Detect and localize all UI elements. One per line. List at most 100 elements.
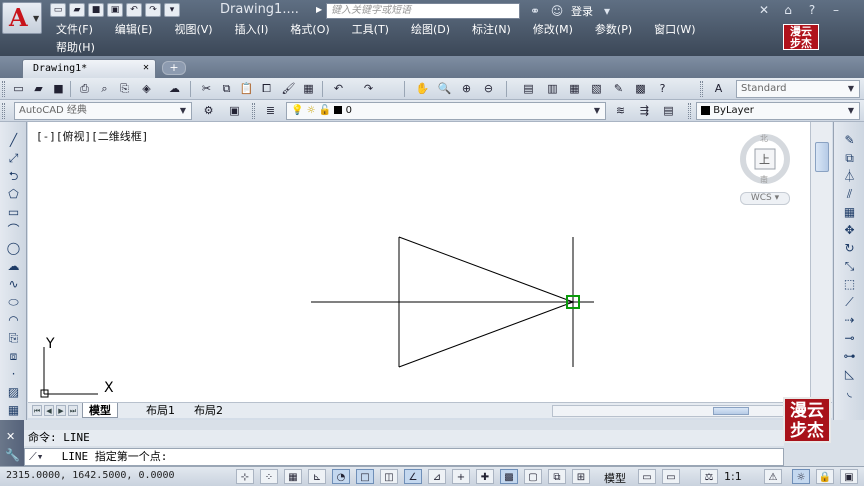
redo-icon[interactable]: ↷ [360,81,377,97]
tab-model[interactable]: 模型 [82,403,118,418]
prev-layout-icon[interactable]: ◀ [44,405,54,416]
zoom-window-icon[interactable]: ⊕ [458,81,475,97]
ellipse-icon[interactable]: ⬭ [4,294,23,310]
help-icon[interactable]: ? [654,81,671,97]
toolbar-grip[interactable] [2,81,5,97]
user-icon[interactable]: ☺ [549,4,565,18]
3d-osnap-icon[interactable]: ◫ [380,469,398,484]
tab-drawing1[interactable]: Drawing1* ✕ [22,59,156,78]
copy-icon[interactable]: ⧉ [218,81,235,97]
wrench-icon[interactable]: 🔧 [5,448,20,462]
next-layout-icon[interactable]: ▶ [56,405,66,416]
move-icon[interactable]: ✥ [840,222,859,238]
layer-state-icon[interactable]: ▤ [660,103,677,119]
rotate-icon[interactable]: ↻ [840,240,859,256]
scrollbar-thumb[interactable] [713,407,749,415]
model-space-label[interactable]: 模型 [604,470,626,486]
cut-icon[interactable]: ✂ [198,81,215,97]
undo-icon[interactable]: ↶ [126,3,142,17]
vertical-scrollbar[interactable] [810,122,832,402]
preview-icon[interactable]: ⌕ [96,81,113,97]
new-icon[interactable]: ▭ [10,81,27,97]
toolbar-grip[interactable] [252,103,255,119]
insert-block-icon[interactable]: ⎘ [4,330,23,346]
object-snap-tracking-icon[interactable]: ∠ [404,469,422,484]
close-icon[interactable]: ✕ [6,430,15,443]
menu-tools[interactable]: 工具(T) [352,21,389,37]
polygon-icon[interactable]: ⬠ [4,186,23,202]
color-select[interactable]: ByLayer ▼ [696,102,860,120]
toolbar-grip[interactable] [700,81,703,97]
drawing-canvas[interactable]: [-][俯视][二维线框] Y X 北 上 南 WCS ▾ [28,122,810,402]
first-layout-icon[interactable]: ⏮ [32,405,42,416]
menu-format[interactable]: 格式(O) [290,21,329,37]
workspace-settings-icon[interactable]: ⚙ [200,103,217,119]
zoom-realtime-icon[interactable]: 🔍 [436,81,453,97]
login-link[interactable]: 登录 [571,3,593,19]
revision-cloud-icon[interactable]: ☁ [4,258,23,274]
stretch-icon[interactable]: ⬚ [840,276,859,292]
lineweight-icon[interactable]: ✚ [476,469,494,484]
coordinate-display[interactable]: 2315.0000, 1642.5000, 0.0000 [6,470,175,481]
lock-ui-icon[interactable]: 🔒 [816,469,834,484]
tool-palettes-icon[interactable]: ▦ [566,81,583,97]
circle-icon[interactable]: ◯ [4,240,23,256]
pan-icon[interactable]: ✋ [414,81,431,97]
menu-edit[interactable]: 编辑(E) [115,21,153,37]
gradient-icon[interactable]: ▦ [4,402,23,418]
tab-layout2[interactable]: 布局2 [188,403,229,418]
menu-file[interactable]: 文件(F) [56,21,93,37]
quick-view-layouts-icon[interactable]: ▭ [638,469,656,484]
design-center-icon[interactable]: ▥ [544,81,561,97]
snap-mode-icon[interactable]: ⁘ [260,469,278,484]
triangle-upper-edge[interactable] [398,236,574,303]
infer-constraints-icon[interactable]: ⊹ [236,469,254,484]
plot-icon[interactable]: ⎙ [76,81,93,97]
search-input[interactable]: 键入关键字或短语 [326,3,520,19]
customize-icon[interactable]: ▣ [226,103,243,119]
close-icon[interactable]: ✕ [143,62,149,73]
copy-object-icon[interactable]: ⧉ [840,150,859,166]
annotation-visibility-icon[interactable]: ⚠ [764,469,782,484]
grid-display-icon[interactable]: ▦ [284,469,302,484]
binoculars-icon[interactable]: ⚭ [527,4,543,18]
new-tab-button[interactable]: + [162,61,186,75]
workspace-switching-icon[interactable]: ☼ [792,469,810,484]
save-icon[interactable]: ■ [88,3,104,17]
paste-special-icon[interactable]: ⧠ [258,81,275,97]
menu-parametric[interactable]: 参数(P) [595,21,632,37]
annotation-monitor-icon[interactable]: ⊞ [572,469,590,484]
ellipse-arc-icon[interactable]: ◠ [4,312,23,328]
markup-icon[interactable]: ✎ [610,81,627,97]
selection-cycling-icon[interactable]: ⧉ [548,469,566,484]
command-input[interactable]: ⟋▾ LINE 指定第一个点: [24,448,784,466]
point-icon[interactable]: · [4,366,23,382]
menu-draw[interactable]: 绘图(D) [411,21,450,37]
dynamic-input-icon[interactable]: + [452,469,470,484]
rectangle-icon[interactable]: ▭ [4,204,23,220]
zoom-previous-icon[interactable]: ⊖ [480,81,497,97]
3d-print-icon[interactable]: ◈ [138,81,155,97]
match-properties-icon[interactable]: 🖌 [280,81,297,97]
quick-view-drawings-icon[interactable]: ▭ [662,469,680,484]
properties-icon[interactable]: ▤ [520,81,537,97]
new-icon[interactable]: ▭ [50,3,66,17]
app-store-icon[interactable]: ⌂ [780,3,796,17]
tab-layout1[interactable]: 布局1 [140,403,181,418]
make-block-icon[interactable]: ⧈ [4,348,23,364]
exchange-icon[interactable]: ✕ [756,3,772,17]
layer-previous-icon[interactable]: ⇶ [636,103,653,119]
ortho-mode-icon[interactable]: ⊾ [308,469,326,484]
polyline-icon[interactable]: ⮌ [4,168,23,184]
chamfer-icon[interactable]: ◺ [840,366,859,382]
arc-icon[interactable]: ⌒ [4,222,23,238]
trim-icon[interactable]: ⟋ [840,294,859,310]
extend-icon[interactable]: ⇢ [840,312,859,328]
viewcube-top-label[interactable]: 上 [759,151,770,167]
save-as-icon[interactable]: ▣ [107,3,123,17]
viewcube-north[interactable]: 北 [760,133,768,144]
transparency-icon[interactable]: ▩ [500,469,518,484]
array-icon[interactable]: ▦ [840,204,859,220]
application-menu-button[interactable]: A ▼ [2,2,42,34]
hatch-icon[interactable]: ▨ [4,384,23,400]
